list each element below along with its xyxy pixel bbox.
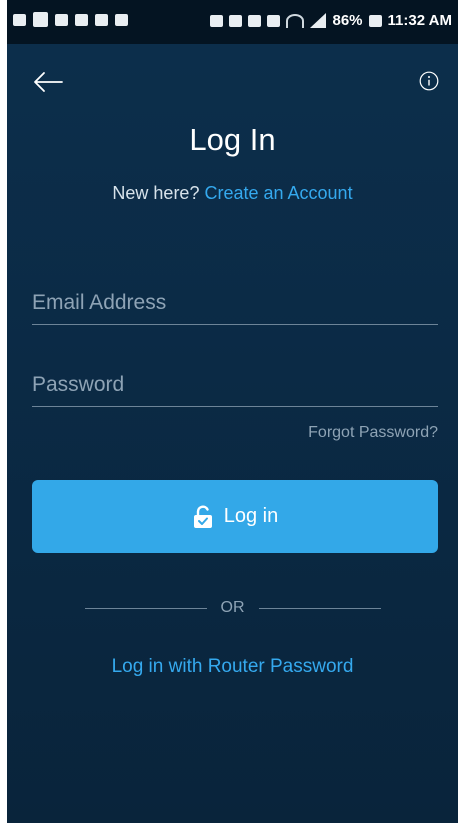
login-screen: 86% 11:32 AM Log In New here? Create an … <box>7 0 458 823</box>
email-input[interactable] <box>32 284 438 322</box>
unlock-icon <box>193 505 212 528</box>
or-divider: OR <box>7 598 458 618</box>
status-bar: 86% 11:32 AM <box>7 0 458 44</box>
arrow-left-icon[interactable] <box>32 70 64 94</box>
alarm-icon <box>210 14 224 27</box>
login-button[interactable]: Log in <box>32 480 438 553</box>
mail-icon <box>115 13 128 26</box>
or-label: OR <box>220 599 245 616</box>
sync-icon <box>267 14 281 27</box>
password-field <box>32 366 438 407</box>
battery-icon <box>368 14 382 27</box>
calendar-icon <box>33 12 48 27</box>
signup-prompt: New here? Create an Account <box>7 183 458 204</box>
battery-level: 86% <box>332 12 363 29</box>
font-icon <box>95 13 108 26</box>
clock: 11:32 AM <box>387 12 452 29</box>
divider-line <box>84 607 207 609</box>
info-circle-icon[interactable] <box>419 71 439 91</box>
email-field <box>32 284 438 325</box>
login-button-label: Log in <box>223 505 279 527</box>
forgot-password-link[interactable]: Forgot Password? <box>308 424 438 442</box>
font-icon <box>75 13 88 26</box>
notification-icon <box>13 13 26 26</box>
notification-icon <box>55 13 68 26</box>
notification-icons <box>13 12 128 27</box>
create-account-link[interactable]: Create an Account <box>204 183 352 203</box>
wifi-icon <box>286 13 305 28</box>
system-icons: 86% 11:32 AM <box>210 12 452 29</box>
router-password-link[interactable]: Log in with Router Password <box>7 656 458 678</box>
nfc-icon <box>248 14 262 27</box>
divider-line <box>258 607 381 609</box>
page-title: Log In <box>189 122 276 157</box>
password-input[interactable] <box>32 366 438 404</box>
bluetooth-icon <box>229 14 243 27</box>
signup-prompt-text: New here? <box>112 183 200 203</box>
signal-icon <box>310 13 327 28</box>
